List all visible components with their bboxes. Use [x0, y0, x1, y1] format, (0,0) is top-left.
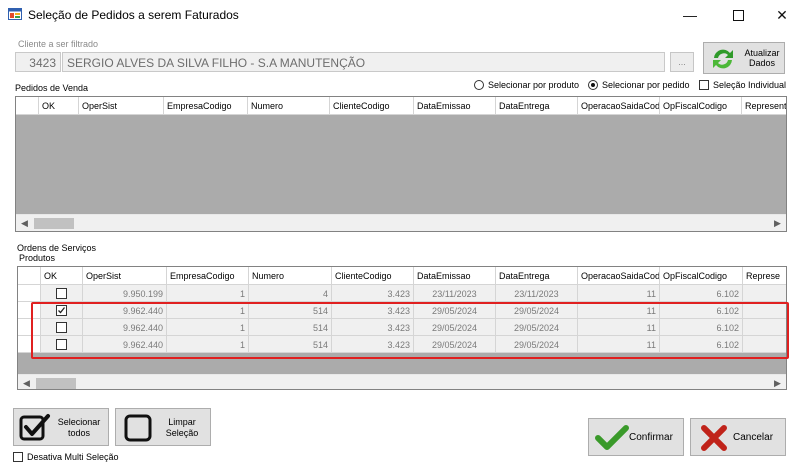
sales-col-entrega[interactable]: DataEntrega [496, 97, 578, 115]
scroll-left-icon[interactable]: ◀ [18, 375, 35, 389]
clear-label-line1: Limpar [168, 417, 196, 427]
individual-selection-box [699, 80, 709, 90]
disable-multi-selection-box [13, 452, 23, 462]
close-icon: ✕ [776, 6, 788, 23]
products-cell-empresa[interactable]: 1 [167, 285, 249, 302]
check-all-icon [19, 414, 50, 441]
products-col-opersist[interactable]: OperSist [83, 267, 167, 285]
maximize-button[interactable] [716, 0, 760, 30]
highlight-annotation-box [31, 302, 789, 359]
sales-row-header-corner [16, 97, 39, 115]
sales-orders-grid[interactable]: OK OperSist EmpresaCodigo Numero Cliente… [15, 96, 787, 232]
select-all-button[interactable]: Selecionar todos [13, 408, 109, 446]
products-col-empresa[interactable]: EmpresaCodigo [167, 267, 249, 285]
products-col-entrega[interactable]: DataEntrega [496, 267, 578, 285]
products-col-cliente[interactable]: ClienteCodigo [332, 267, 414, 285]
products-horizontal-scrollbar[interactable]: ◀ ▶ [18, 374, 786, 389]
refresh-data-button[interactable]: Atualizar Dados [703, 42, 785, 74]
service-orders-label: Ordens de Serviços [17, 243, 97, 253]
sales-orders-label: Pedidos de Venda [15, 83, 89, 93]
select-all-label-line1: Selecionar [57, 417, 101, 427]
minimize-icon: — [683, 7, 697, 23]
clear-selection-button[interactable]: Limpar Seleção [115, 408, 211, 446]
refresh-label-line2: Dados [748, 58, 775, 68]
sales-col-represent[interactable]: Represent [742, 97, 786, 115]
products-cell-numero[interactable]: 4 [249, 285, 332, 302]
radio-select-by-order[interactable]: Selecionar por pedido [588, 80, 690, 90]
sales-col-empresa[interactable]: EmpresaCodigo [164, 97, 248, 115]
refresh-icon [713, 49, 733, 69]
window-title: Seleção de Pedidos a serem Faturados [28, 8, 239, 22]
scroll-right-icon[interactable]: ▶ [769, 215, 786, 231]
products-cell-cliente[interactable]: 3.423 [332, 285, 414, 302]
products-col-emissao[interactable]: DataEmissao [414, 267, 496, 285]
select-all-label-line2: todos [67, 428, 91, 438]
checkmark-icon [595, 425, 629, 450]
products-cell-opfiscal[interactable]: 6.102 [660, 285, 743, 302]
sales-col-opsaida[interactable]: OperacaoSaidaCod [578, 97, 660, 115]
products-col-opsaida[interactable]: OperacaoSaidaCod [578, 267, 660, 285]
products-label: Produtos [19, 253, 56, 263]
sales-col-opfiscal[interactable]: OpFiscalCodigo [660, 97, 742, 115]
maximize-icon [732, 9, 744, 21]
close-button[interactable]: ✕ [760, 0, 800, 30]
confirm-button[interactable]: Confirmar [588, 418, 684, 456]
cancel-button[interactable]: Cancelar [690, 418, 786, 456]
products-cell-entrega[interactable]: 23/11/2023 [496, 285, 578, 302]
disable-multi-selection-checkbox[interactable]: Desativa Multi Seleção [13, 452, 119, 462]
client-name-field[interactable]: SERGIO ALVES DA SILVA FILHO - S.A MANUTE… [62, 52, 665, 72]
scroll-right-icon[interactable]: ▶ [769, 375, 786, 389]
products-col-opfiscal[interactable]: OpFiscalCodigo [660, 267, 743, 285]
title-bar: Seleção de Pedidos a serem Faturados — ✕ [0, 0, 800, 30]
products-cell-opsaida[interactable]: 11 [578, 285, 660, 302]
products-col-represent[interactable]: Represe [743, 267, 786, 285]
products-row-header-corner [18, 267, 41, 285]
clear-label-line2: Seleção [165, 428, 199, 438]
products-cell-opersist[interactable]: 9.950.199 [83, 285, 167, 302]
products-col-ok[interactable]: OK [41, 267, 83, 285]
sales-horizontal-scrollbar[interactable]: ◀ ▶ [16, 214, 786, 231]
individual-selection-label: Seleção Individual [713, 80, 787, 90]
client-code-field[interactable]: 3423 [15, 52, 61, 72]
radio-product-label: Selecionar por produto [488, 80, 580, 90]
products-cell-emissao[interactable]: 23/11/2023 [414, 285, 496, 302]
confirm-label: Confirmar [629, 432, 673, 443]
sales-col-opersist[interactable]: OperSist [79, 97, 164, 115]
radio-select-by-product[interactable]: Selecionar por produto [474, 80, 579, 90]
disable-multi-selection-label: Desativa Multi Seleção [27, 452, 119, 462]
radio-order-label: Selecionar por pedido [602, 80, 690, 90]
refresh-label-line1: Atualizar [744, 48, 780, 58]
app-form-icon [8, 8, 22, 20]
scroll-left-icon[interactable]: ◀ [16, 215, 33, 231]
ok-checkbox[interactable] [56, 288, 67, 299]
products-scroll-thumb[interactable] [36, 378, 76, 389]
x-cancel-icon [701, 425, 727, 451]
products-cell-ok [41, 285, 83, 302]
cancel-label: Cancelar [733, 432, 774, 443]
browse-client-button[interactable]: ... [670, 52, 694, 72]
sales-col-ok[interactable]: OK [39, 97, 79, 115]
products-row-header[interactable] [18, 285, 41, 302]
client-group-label: Cliente a ser filtrado [18, 39, 99, 49]
empty-checkbox-icon [124, 414, 152, 442]
sales-col-numero[interactable]: Numero [248, 97, 330, 115]
radio-product-indicator [474, 80, 484, 90]
minimize-button[interactable]: — [668, 0, 712, 30]
products-col-numero[interactable]: Numero [249, 267, 332, 285]
products-cell-represent[interactable] [743, 285, 786, 302]
sales-scroll-thumb[interactable] [34, 218, 74, 229]
radio-order-indicator [588, 80, 598, 90]
sales-col-emissao[interactable]: DataEmissao [414, 97, 496, 115]
individual-selection-checkbox[interactable]: Seleção Individual [699, 80, 786, 90]
sales-col-cliente[interactable]: ClienteCodigo [330, 97, 414, 115]
